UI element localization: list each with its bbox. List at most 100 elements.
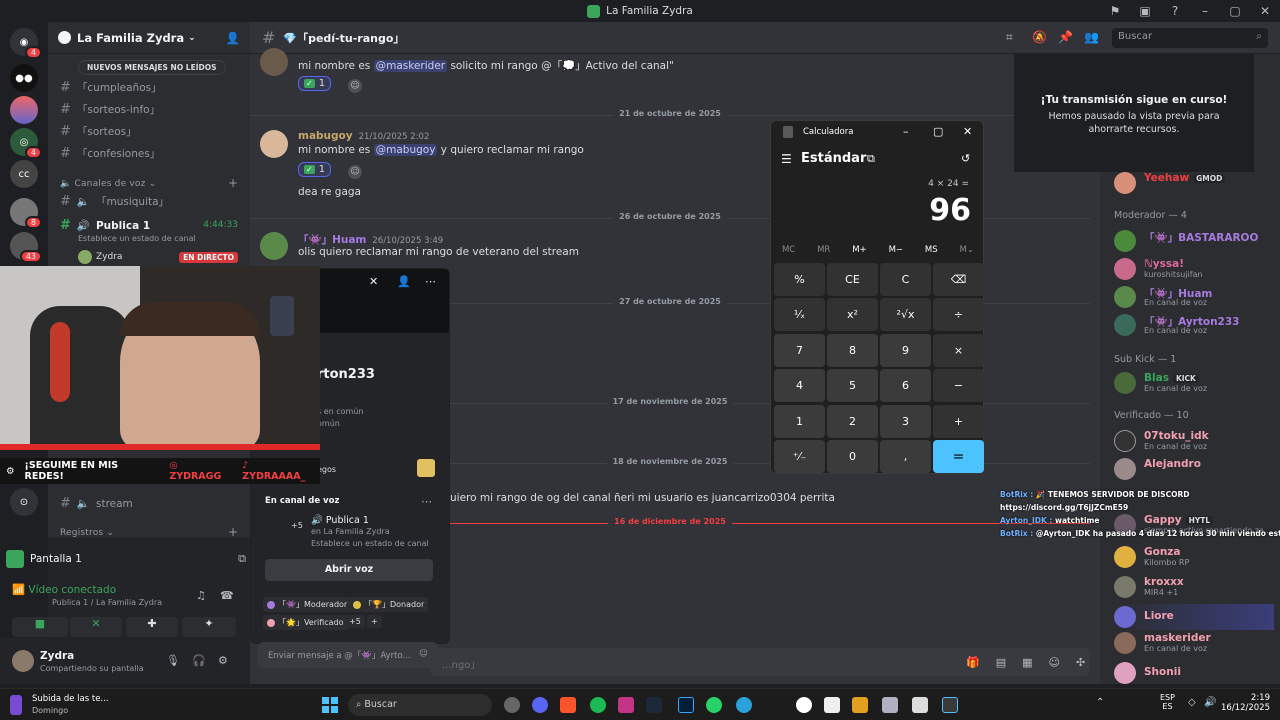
- add-channel-icon[interactable]: +: [228, 176, 238, 190]
- divide-key[interactable]: ÷: [933, 298, 984, 332]
- telegram-icon[interactable]: [736, 697, 752, 713]
- pin-icon[interactable]: 📌: [1058, 30, 1073, 44]
- close-button[interactable]: ✕: [963, 125, 972, 138]
- avatar[interactable]: [260, 48, 288, 76]
- media-icon[interactable]: [10, 695, 22, 715]
- stop-share-button[interactable]: ✕: [70, 617, 122, 637]
- voice-channel-item[interactable]: # 🔊 Publica 1: [60, 218, 150, 233]
- photoshop-icon[interactable]: [678, 697, 694, 713]
- square-key[interactable]: x²: [827, 298, 878, 332]
- emoji-icon[interactable]: ☺: [419, 649, 428, 659]
- server-icon[interactable]: cc: [10, 160, 38, 188]
- search-input[interactable]: Buscar ⌕: [1112, 28, 1268, 48]
- avatar[interactable]: [260, 232, 288, 260]
- more-roles[interactable]: +5: [345, 615, 365, 628]
- add-key[interactable]: +: [933, 404, 984, 438]
- volume-icon[interactable]: 🔊: [1204, 697, 1216, 708]
- spotify-icon[interactable]: [590, 697, 606, 713]
- popout-icon[interactable]: ⧉: [238, 552, 246, 566]
- discord-home-icon[interactable]: ◉ 4: [10, 28, 42, 59]
- activities-button[interactable]: ✚: [126, 617, 178, 637]
- member-item[interactable]: 「👾」BASTARAROO: [1114, 228, 1274, 254]
- channel-item[interactable]: # 「confesiones」: [60, 146, 160, 161]
- disconnect-icon[interactable]: ☎: [220, 589, 234, 602]
- add-reaction-icon[interactable]: ☺: [348, 165, 362, 179]
- reaction[interactable]: ✓ 1: [298, 162, 332, 177]
- server-icon[interactable]: 8: [10, 198, 42, 229]
- reciprocal-key[interactable]: ¹⁄ₓ: [774, 298, 825, 332]
- gif-icon[interactable]: ▤: [996, 656, 1006, 669]
- clear-entry-key[interactable]: CE: [827, 263, 878, 296]
- members-icon[interactable]: 👥: [1084, 30, 1099, 44]
- more-icon[interactable]: ⋯: [421, 495, 432, 508]
- negate-key[interactable]: ⁺⁄₋: [774, 440, 825, 473]
- voice-category[interactable]: 🔈 Canales de voz ⌄: [60, 179, 156, 189]
- one-key[interactable]: 1: [774, 404, 825, 438]
- menu-icon[interactable]: ☰: [781, 152, 792, 166]
- add-member-icon[interactable]: 👤: [226, 31, 240, 45]
- gift-icon[interactable]: 🎁: [966, 656, 980, 669]
- screen-icon[interactable]: ▣: [1130, 4, 1160, 18]
- five-key[interactable]: 5: [827, 369, 878, 403]
- member-item[interactable]: 07toku_idk En canal de voz: [1114, 428, 1274, 454]
- member-item[interactable]: 「👾」Ayrton233 En canal de voz: [1114, 312, 1274, 338]
- discord-app-icon[interactable]: [532, 697, 548, 713]
- zero-key[interactable]: 0: [827, 440, 878, 473]
- member-item[interactable]: ℕyssa! kuroshitsujifan: [1114, 256, 1274, 282]
- taskbar-search[interactable]: ⌕ Buscar: [348, 694, 492, 716]
- inbox-icon[interactable]: ⚑: [1100, 4, 1130, 18]
- mute-icon[interactable]: 🔕: [1032, 30, 1047, 44]
- media-title[interactable]: Subida de las te...: [32, 694, 109, 704]
- channel-item[interactable]: # 「sorteos」: [60, 124, 137, 139]
- open-voice-button[interactable]: Abrir voz: [265, 559, 433, 581]
- reaction[interactable]: ✓ 1: [298, 76, 332, 91]
- discover-icon[interactable]: ⊙: [10, 488, 38, 516]
- message-author[interactable]: 「👾」Huam 26/10/2025 3:49: [298, 232, 443, 247]
- mutual-servers[interactable]: s en común: [317, 407, 363, 416]
- more-icon[interactable]: ⋯: [425, 275, 436, 288]
- memory-add-button[interactable]: M+: [852, 245, 866, 255]
- memory-clear-button[interactable]: MC: [782, 245, 795, 255]
- game-icon[interactable]: [417, 459, 435, 477]
- user-mention[interactable]: @mabugoy: [373, 144, 438, 156]
- channel-item[interactable]: # 「sorteos-info」: [60, 102, 160, 117]
- gear-icon[interactable]: ⚙: [218, 654, 228, 667]
- avatar[interactable]: [12, 650, 34, 672]
- category-registros[interactable]: Registros ⌄: [60, 528, 114, 538]
- percent-key[interactable]: %: [774, 263, 825, 296]
- member-item[interactable]: kroxxx MIR4 +1: [1114, 574, 1274, 600]
- member-item[interactable]: Liore: [1114, 604, 1274, 630]
- keep-on-top-icon[interactable]: ⧉: [867, 152, 875, 166]
- calculator-app-icon[interactable]: [942, 697, 958, 713]
- tray-chevron-icon[interactable]: ⌃: [1096, 697, 1104, 708]
- windows-start-icon[interactable]: [322, 697, 338, 713]
- eight-key[interactable]: 8: [827, 333, 878, 367]
- apps-icon[interactable]: ✣: [1076, 656, 1085, 669]
- mic-icon[interactable]: 🎙: [166, 654, 180, 667]
- message-author[interactable]: mabugoy 21/10/2025 2:02: [298, 130, 429, 142]
- new-messages-pill[interactable]: NUEVOS MENSAJES NO LEÍDOS: [78, 60, 226, 75]
- channel-item[interactable]: # 「cumpleaños」: [60, 80, 162, 95]
- dm-message-input[interactable]: Enviar mensaje a @「👾」Ayrto... ☺: [258, 642, 438, 668]
- voice-channel-item[interactable]: # 🔈 「musiquita」: [60, 194, 169, 209]
- nine-key[interactable]: 9: [880, 333, 931, 367]
- emoji-icon[interactable]: ☺: [1049, 656, 1060, 669]
- square-root-key[interactable]: ²√x: [880, 298, 931, 332]
- voice-member[interactable]: Zydra EN DIRECTO: [78, 250, 238, 264]
- app-icon[interactable]: [882, 697, 898, 713]
- minimize-button[interactable]: –: [1190, 4, 1220, 18]
- maximize-button[interactable]: ▢: [933, 125, 943, 138]
- threads-icon[interactable]: ⌗: [1006, 30, 1013, 45]
- file-explorer-icon[interactable]: [852, 697, 868, 713]
- seven-key[interactable]: 7: [774, 333, 825, 367]
- add-friend-icon[interactable]: 👤: [397, 275, 411, 288]
- history-icon[interactable]: ↺: [961, 152, 970, 165]
- add-reaction-icon[interactable]: ☺: [348, 79, 362, 93]
- camera-button[interactable]: ■: [12, 617, 68, 637]
- help-icon[interactable]: ?: [1160, 4, 1190, 18]
- obs-icon[interactable]: [796, 697, 812, 713]
- server-icon[interactable]: [10, 96, 38, 124]
- subtract-key[interactable]: −: [933, 369, 984, 403]
- language-indicator[interactable]: ESP ES: [1160, 693, 1175, 711]
- minimize-button[interactable]: –: [903, 125, 909, 138]
